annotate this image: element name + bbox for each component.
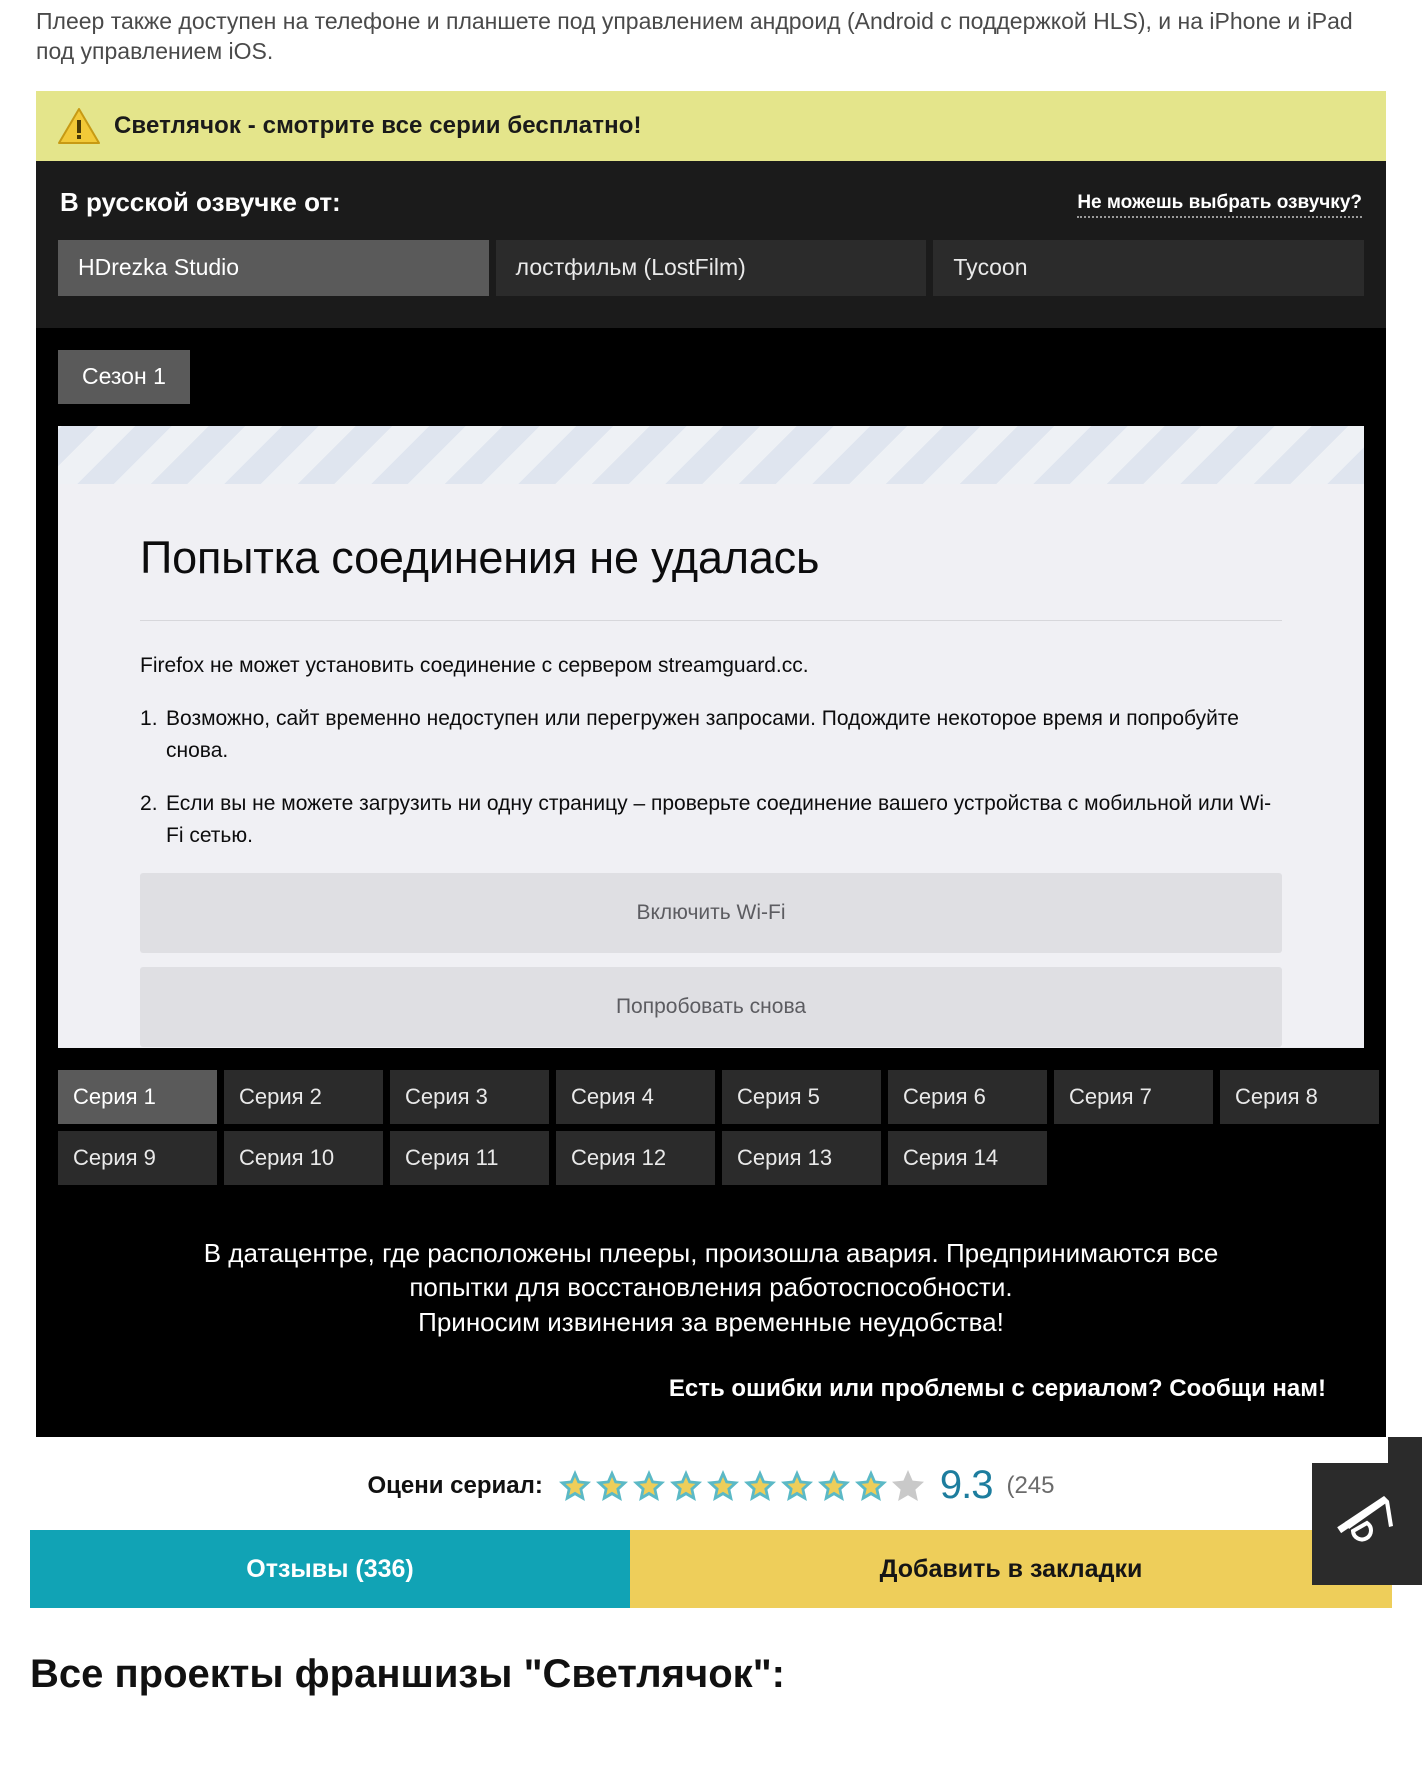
star-filled-icon[interactable] [631, 1468, 667, 1504]
dubbing-header: В русской озвучке от: Не можешь выбрать … [58, 187, 1364, 240]
dubbing-tab-tycoon[interactable]: Tycoon [933, 239, 1365, 296]
firefox-error-frame: Попытка соединения не удалась Firefox не… [58, 425, 1364, 1048]
episode-button-2[interactable]: Серия 2 [224, 1069, 383, 1124]
episode-button-7[interactable]: Серия 7 [1054, 1069, 1213, 1124]
dubbing-tab-hdrezka[interactable]: HDrezka Studio [58, 239, 489, 296]
feedback-widget-tab[interactable] [1388, 1437, 1422, 1463]
outage-notice: В датацентре, где расположены плееры, пр… [36, 1192, 1386, 1340]
dubbing-bar-spacer [36, 295, 1386, 328]
megaphone-icon [1335, 1493, 1399, 1556]
dubbing-tab-lostfilm[interactable]: лостфильм (LostFilm) [495, 239, 927, 296]
episode-list: Серия 1 Серия 2 Серия 3 Серия 4 Серия 5 … [36, 1048, 1386, 1185]
player-frame-wrapper: Попытка соединения не удалась Firefox не… [36, 404, 1386, 1048]
episode-button-9[interactable]: Серия 9 [58, 1130, 217, 1185]
episode-button-12[interactable]: Серия 12 [556, 1130, 715, 1185]
episode-button-8[interactable]: Серия 8 [1220, 1069, 1379, 1124]
report-problem-row: Есть ошибки или проблемы с сериалом? Соо… [36, 1339, 1386, 1437]
outage-notice-line-3: Приносим извинения за временные неудобст… [418, 1306, 1004, 1337]
dubbing-help-link[interactable]: Не можешь выбрать озвучку? [1077, 192, 1362, 218]
try-again-button[interactable]: Попробовать снова [140, 967, 1282, 1048]
feedback-megaphone-widget[interactable] [1312, 1463, 1422, 1585]
episode-button-11[interactable]: Серия 11 [390, 1130, 549, 1185]
star-empty-icon[interactable] [890, 1468, 926, 1504]
season-tab-1[interactable]: Сезон 1 [58, 349, 190, 404]
warning-triangle-icon [58, 106, 100, 146]
episode-button-13[interactable]: Серия 13 [722, 1130, 881, 1185]
outage-notice-line-1: В датацентре, где расположены плееры, пр… [203, 1237, 1219, 1268]
cta-row: Отзывы (336) Добавить в закладки [30, 1530, 1392, 1609]
firefox-error-reason-2: Если вы не можете загрузить ни одну стра… [140, 788, 1272, 847]
dubbing-title: В русской озвучке от: [60, 186, 341, 217]
dubbing-tabs: HDrezka Studio лостфильм (LostFilm) Tyco… [58, 239, 1365, 296]
firefox-error-body: Попытка соединения не удалась Firefox не… [58, 484, 1364, 1048]
star-filled-icon[interactable] [742, 1468, 778, 1504]
star-filled-icon[interactable] [594, 1468, 630, 1504]
episode-button-14[interactable]: Серия 14 [888, 1130, 1047, 1185]
star-filled-icon[interactable] [816, 1468, 852, 1504]
report-problem-link[interactable]: Есть ошибки или проблемы с сериалом? Соо… [669, 1375, 1326, 1402]
dubbing-bar: В русской озвучке от: Не можешь выбрать … [36, 160, 1386, 296]
star-filled-icon[interactable] [668, 1468, 704, 1504]
firefox-error-reasons: Возможно, сайт временно недоступен или п… [140, 703, 1282, 851]
rating-votes: (245 [1006, 1471, 1055, 1499]
reviews-button[interactable]: Отзывы (336) [30, 1530, 630, 1609]
warning-banner: Светлячок - смотрите все серии бесплатно… [36, 90, 1386, 161]
episode-button-10[interactable]: Серия 10 [224, 1130, 383, 1185]
rating-stars[interactable] [557, 1468, 926, 1504]
episode-button-4[interactable]: Серия 4 [556, 1069, 715, 1124]
episode-button-1[interactable]: Серия 1 [58, 1069, 217, 1124]
star-filled-icon[interactable] [705, 1468, 741, 1504]
franchise-heading: Все проекты франшизы "Светлячок": [30, 1652, 785, 1697]
rating-score: 9.3 [939, 1463, 994, 1508]
episode-row: Серия 9 Серия 10 Серия 11 Серия 12 Серия… [58, 1130, 1364, 1185]
episode-button-3[interactable]: Серия 3 [390, 1069, 549, 1124]
outage-notice-line-2: попытки для восстановления работоспособн… [409, 1272, 1013, 1303]
firefox-stripe-header [58, 425, 1364, 484]
star-filled-icon[interactable] [853, 1468, 889, 1504]
rating-row: Оцени сериал: 9.3 (245 [0, 1437, 1422, 1531]
player-block: В русской озвучке от: Не можешь выбрать … [36, 160, 1386, 1438]
warning-banner-text: Светлячок - смотрите все серии бесплатно… [114, 111, 642, 139]
episode-button-6[interactable]: Серия 6 [888, 1069, 1047, 1124]
star-filled-icon[interactable] [779, 1468, 815, 1504]
intro-paragraph: Плеер также доступен на телефоне и планш… [36, 8, 1353, 65]
firefox-divider [140, 619, 1282, 621]
episode-button-5[interactable]: Серия 5 [722, 1069, 881, 1124]
episode-row: Серия 1 Серия 2 Серия 3 Серия 4 Серия 5 … [58, 1069, 1379, 1124]
rating-label: Оцени сериал: [367, 1471, 543, 1499]
star-filled-icon[interactable] [557, 1468, 593, 1504]
season-tabs: Сезон 1 [36, 328, 1386, 404]
add-to-bookmarks-button[interactable]: Добавить в закладки [630, 1530, 1392, 1609]
firefox-error-heading: Попытка соединения не удалась [140, 531, 820, 583]
firefox-error-description: Firefox не может установить соединение с… [140, 653, 809, 677]
enable-wifi-button[interactable]: Включить Wi-Fi [140, 873, 1282, 954]
firefox-error-reason-1: Возможно, сайт временно недоступен или п… [140, 703, 1239, 762]
